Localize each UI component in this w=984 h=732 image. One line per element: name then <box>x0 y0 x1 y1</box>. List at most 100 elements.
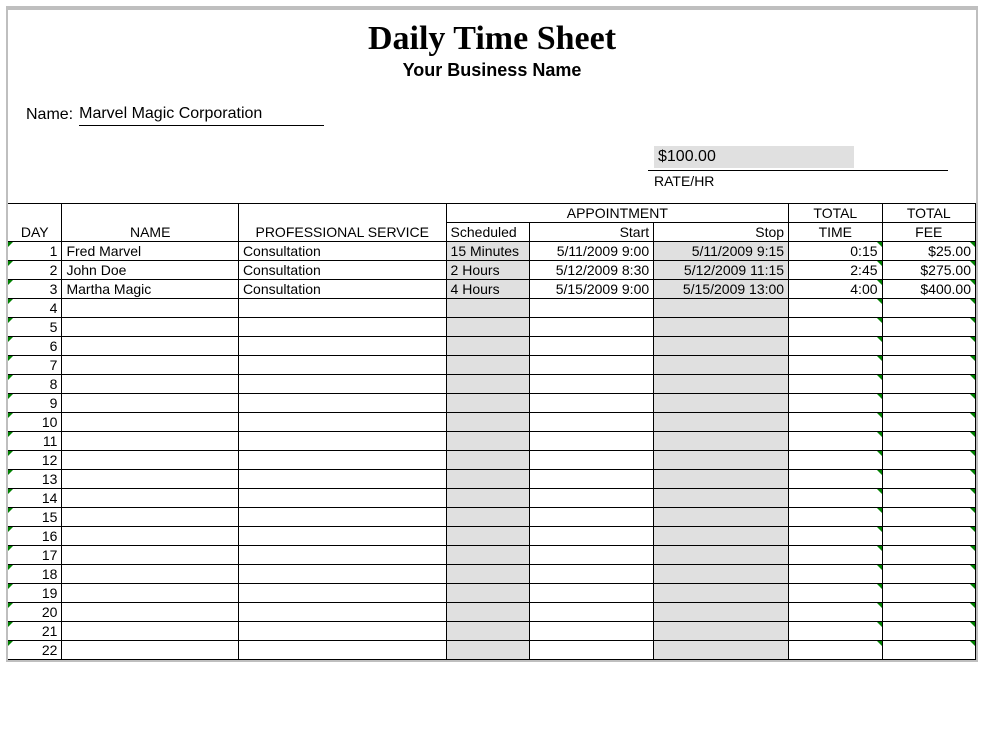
cell-day[interactable]: 20 <box>8 603 62 622</box>
cell-total-fee[interactable] <box>882 546 975 565</box>
cell-service[interactable] <box>238 318 446 337</box>
name-value[interactable]: Marvel Magic Corporation <box>79 105 324 126</box>
cell-stop[interactable] <box>654 413 789 432</box>
cell-name[interactable] <box>62 584 238 603</box>
cell-name[interactable] <box>62 641 238 660</box>
cell-stop[interactable] <box>654 451 789 470</box>
cell-name[interactable] <box>62 565 238 584</box>
cell-stop[interactable] <box>654 489 789 508</box>
cell-stop[interactable] <box>654 337 789 356</box>
cell-start[interactable]: 5/12/2009 8:30 <box>529 261 654 280</box>
cell-stop[interactable] <box>654 394 789 413</box>
cell-scheduled[interactable]: 2 Hours <box>446 261 529 280</box>
cell-total-fee[interactable]: $25.00 <box>882 242 975 261</box>
cell-service[interactable] <box>238 470 446 489</box>
cell-scheduled[interactable] <box>446 641 529 660</box>
cell-day[interactable]: 9 <box>8 394 62 413</box>
cell-name[interactable]: John Doe <box>62 261 238 280</box>
cell-start[interactable] <box>529 394 654 413</box>
cell-total-fee[interactable] <box>882 508 975 527</box>
cell-total-time[interactable] <box>789 622 882 641</box>
cell-scheduled[interactable] <box>446 413 529 432</box>
rate-value[interactable]: $100.00 <box>654 146 854 168</box>
cell-stop[interactable] <box>654 432 789 451</box>
cell-start[interactable] <box>529 451 654 470</box>
cell-day[interactable]: 11 <box>8 432 62 451</box>
cell-total-fee[interactable] <box>882 451 975 470</box>
cell-stop[interactable] <box>654 356 789 375</box>
cell-service[interactable] <box>238 603 446 622</box>
cell-scheduled[interactable] <box>446 375 529 394</box>
cell-stop[interactable] <box>654 622 789 641</box>
cell-start[interactable] <box>529 641 654 660</box>
cell-total-time[interactable] <box>789 527 882 546</box>
cell-total-time[interactable] <box>789 470 882 489</box>
cell-name[interactable]: Fred Marvel <box>62 242 238 261</box>
cell-service[interactable] <box>238 375 446 394</box>
cell-total-time[interactable] <box>789 584 882 603</box>
cell-day[interactable]: 12 <box>8 451 62 470</box>
cell-start[interactable] <box>529 546 654 565</box>
cell-total-time[interactable] <box>789 508 882 527</box>
cell-total-time[interactable] <box>789 356 882 375</box>
cell-total-fee[interactable] <box>882 299 975 318</box>
cell-name[interactable] <box>62 413 238 432</box>
cell-start[interactable] <box>529 356 654 375</box>
cell-total-time[interactable] <box>789 432 882 451</box>
cell-day[interactable]: 18 <box>8 565 62 584</box>
cell-stop[interactable] <box>654 299 789 318</box>
cell-name[interactable] <box>62 451 238 470</box>
cell-total-time[interactable] <box>789 318 882 337</box>
cell-total-time[interactable] <box>789 565 882 584</box>
cell-start[interactable] <box>529 375 654 394</box>
cell-total-time[interactable]: 4:00 <box>789 280 882 299</box>
cell-day[interactable]: 2 <box>8 261 62 280</box>
cell-total-fee[interactable] <box>882 375 975 394</box>
cell-day[interactable]: 21 <box>8 622 62 641</box>
cell-stop[interactable] <box>654 375 789 394</box>
cell-start[interactable] <box>529 413 654 432</box>
cell-service[interactable] <box>238 432 446 451</box>
cell-name[interactable] <box>62 394 238 413</box>
cell-total-time[interactable] <box>789 394 882 413</box>
cell-stop[interactable] <box>654 603 789 622</box>
cell-total-fee[interactable] <box>882 394 975 413</box>
cell-total-fee[interactable] <box>882 584 975 603</box>
cell-service[interactable] <box>238 565 446 584</box>
cell-day[interactable]: 6 <box>8 337 62 356</box>
cell-start[interactable] <box>529 470 654 489</box>
cell-scheduled[interactable] <box>446 451 529 470</box>
cell-scheduled[interactable] <box>446 489 529 508</box>
cell-stop[interactable] <box>654 527 789 546</box>
cell-scheduled[interactable] <box>446 470 529 489</box>
cell-stop[interactable] <box>654 641 789 660</box>
cell-day[interactable]: 16 <box>8 527 62 546</box>
cell-stop[interactable] <box>654 318 789 337</box>
cell-total-time[interactable] <box>789 489 882 508</box>
cell-total-fee[interactable]: $275.00 <box>882 261 975 280</box>
cell-day[interactable]: 4 <box>8 299 62 318</box>
cell-day[interactable]: 22 <box>8 641 62 660</box>
cell-service[interactable] <box>238 622 446 641</box>
cell-service[interactable] <box>238 584 446 603</box>
cell-day[interactable]: 14 <box>8 489 62 508</box>
cell-scheduled[interactable] <box>446 622 529 641</box>
cell-start[interactable]: 5/11/2009 9:00 <box>529 242 654 261</box>
cell-total-time[interactable]: 2:45 <box>789 261 882 280</box>
cell-start[interactable] <box>529 489 654 508</box>
cell-start[interactable] <box>529 603 654 622</box>
cell-total-fee[interactable]: $400.00 <box>882 280 975 299</box>
cell-total-fee[interactable] <box>882 413 975 432</box>
cell-total-fee[interactable] <box>882 565 975 584</box>
cell-start[interactable] <box>529 337 654 356</box>
cell-name[interactable] <box>62 546 238 565</box>
cell-total-fee[interactable] <box>882 489 975 508</box>
cell-stop[interactable]: 5/11/2009 9:15 <box>654 242 789 261</box>
cell-day[interactable]: 3 <box>8 280 62 299</box>
cell-total-fee[interactable] <box>882 641 975 660</box>
cell-service[interactable]: Consultation <box>238 242 446 261</box>
cell-scheduled[interactable] <box>446 432 529 451</box>
cell-service[interactable] <box>238 413 446 432</box>
cell-stop[interactable] <box>654 565 789 584</box>
cell-total-time[interactable]: 0:15 <box>789 242 882 261</box>
